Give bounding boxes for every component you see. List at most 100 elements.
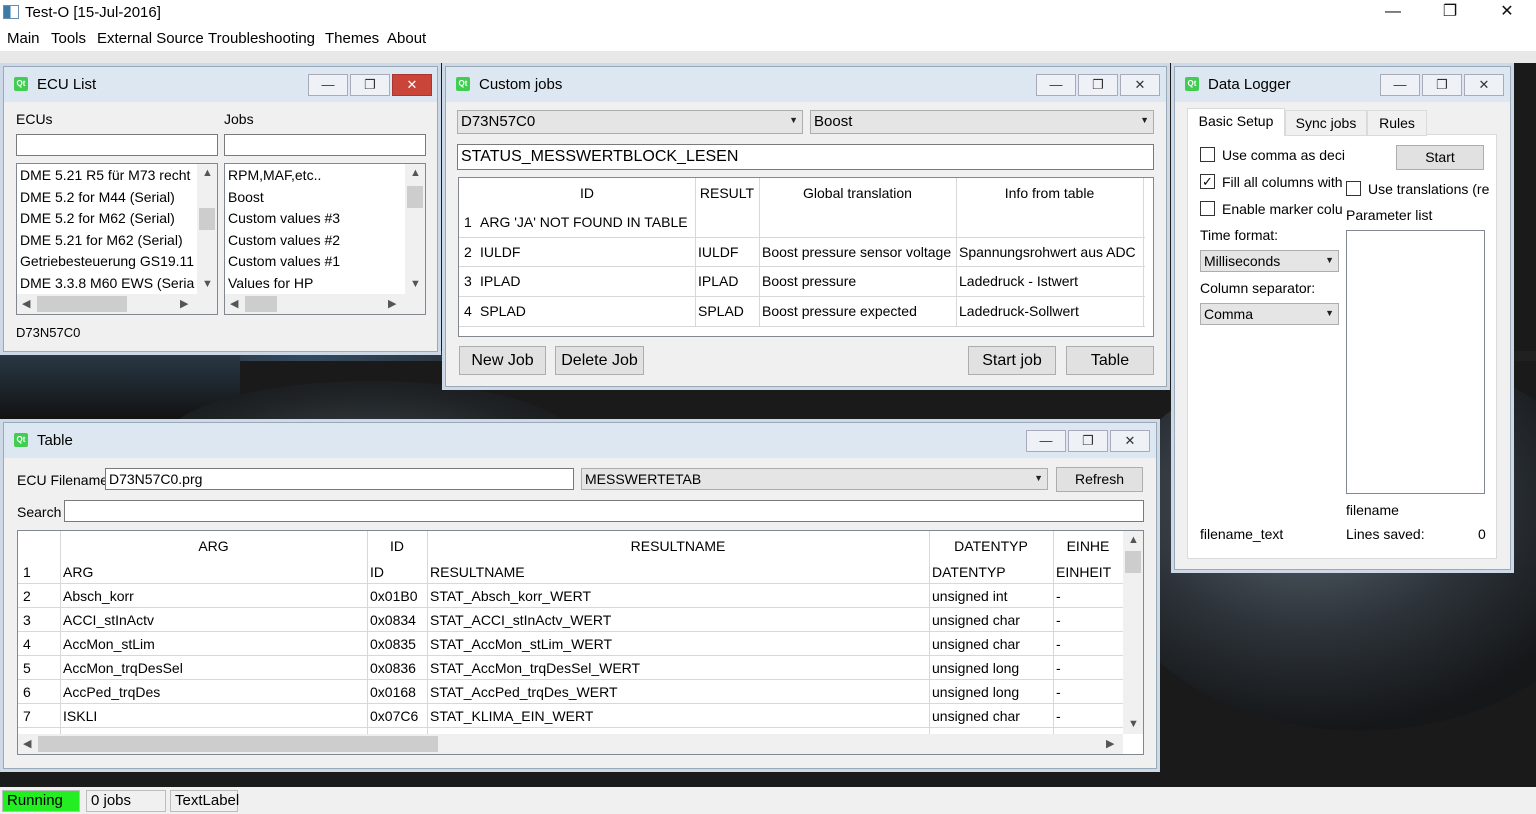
ecu-filter-input[interactable] (16, 134, 218, 156)
table-cell[interactable]: STAT_AccPed_trqDes_WERT (430, 684, 618, 700)
scroll-left-icon[interactable]: ◀ (22, 297, 30, 310)
table-cell[interactable]: IPLAD (480, 273, 695, 289)
table-cell[interactable]: AccPed_trqDes (63, 684, 160, 700)
table-cell[interactable]: ID (370, 564, 384, 580)
table-cell[interactable]: 0x07C6 (370, 708, 418, 724)
table-cell[interactable]: STAT_AccMon_trqDesSel_WERT (430, 660, 640, 676)
table-cell[interactable]: Spannungsrohwert aus ADC (959, 244, 1143, 260)
table-cell[interactable]: - (1056, 588, 1061, 604)
scroll-thumb[interactable] (1125, 551, 1141, 573)
column-header-id[interactable]: ID (367, 538, 427, 554)
table-cell[interactable]: ISKLI (63, 708, 97, 724)
jobs-listbox[interactable]: RPM,MAF,etc.. Boost Custom values #3 Cus… (224, 163, 426, 315)
table-cell[interactable]: unsigned int (932, 588, 1008, 604)
table-cell[interactable]: - (1056, 708, 1061, 724)
table-cell[interactable]: 0x0835 (370, 636, 416, 652)
minimize-icon[interactable]: — (308, 74, 348, 96)
table-cell[interactable]: Ladedruck-Sollwert (959, 303, 1079, 319)
minimize-icon[interactable]: — (1380, 74, 1420, 96)
list-item[interactable]: RPM,MAF,etc.. (228, 167, 321, 183)
custom-jobs-titlebar[interactable]: Qt Custom jobs — ❐ ✕ (446, 67, 1166, 102)
list-item[interactable]: Getriebesteuerung GS19.11 (20, 253, 194, 269)
column-header-arg[interactable]: ARG (60, 538, 367, 554)
fill-all-checkbox[interactable]: ✓ (1200, 174, 1215, 189)
tab-basic-setup[interactable]: Basic Setup (1187, 108, 1285, 136)
table-cell[interactable]: STAT_Absch_korr_WERT (430, 588, 591, 604)
scroll-down-icon[interactable]: ▼ (1128, 718, 1139, 730)
vertical-scrollbar[interactable]: ▲ ▼ (197, 164, 217, 294)
scroll-down-icon[interactable]: ▼ (410, 278, 421, 290)
table-cell[interactable]: - (1056, 612, 1061, 628)
tab-rules[interactable]: Rules (1367, 110, 1427, 136)
maximize-icon[interactable]: ❐ (1068, 430, 1108, 452)
column-header-id[interactable]: ID (479, 185, 695, 201)
close-icon[interactable]: ✕ (1110, 430, 1150, 452)
table-cell[interactable]: ARG 'JA' NOT FOUND IN TABLE (480, 214, 695, 230)
table-cell[interactable]: unsigned long (932, 660, 1019, 676)
table-cell[interactable]: STAT_KLIMA_EIN_WERT (430, 708, 593, 724)
maximize-icon[interactable]: ❐ (1422, 74, 1462, 96)
time-format-combo[interactable]: Milliseconds ▼ (1200, 250, 1339, 272)
table-cell[interactable]: SPLAD (698, 303, 744, 319)
menu-themes[interactable]: Themes (325, 30, 379, 47)
list-item[interactable]: DME 5.2 for M44 (Serial) (20, 189, 175, 205)
table-cell[interactable]: IULDF (480, 244, 695, 260)
minimize-icon[interactable]: — (1026, 430, 1066, 452)
table-cell[interactable]: Boost pressure expected (762, 303, 917, 319)
list-item[interactable]: Boost (228, 189, 264, 205)
scroll-up-icon[interactable]: ▲ (410, 167, 421, 179)
start-job-button[interactable]: Start job (968, 346, 1056, 375)
vertical-scrollbar[interactable]: ▲ ▼ (405, 164, 425, 294)
ecu-listbox[interactable]: DME 5.21 R5 für M73 recht DME 5.2 for M4… (16, 163, 218, 315)
ecu-filename-input[interactable]: D73N57C0.prg (105, 468, 574, 490)
list-item[interactable]: Custom values #1 (228, 253, 340, 269)
column-header-translation[interactable]: Global translation (759, 185, 956, 201)
table-cell[interactable]: unsigned char (932, 636, 1020, 652)
table-cell[interactable]: SPLAD (480, 303, 695, 319)
column-header-einheit[interactable]: EINHE (1053, 538, 1123, 554)
list-item[interactable]: Custom values #2 (228, 232, 340, 248)
maximize-icon[interactable]: ❐ (1078, 74, 1118, 96)
close-icon[interactable]: ✕ (1120, 74, 1160, 96)
menu-external-source[interactable]: External Source (97, 30, 204, 47)
search-input[interactable] (64, 500, 1144, 522)
table-cell[interactable]: AccMon_trqDesSel (63, 660, 183, 676)
ecu-list-titlebar[interactable]: Qt ECU List — ❐ ✕ (4, 67, 437, 102)
enable-marker-checkbox[interactable] (1200, 201, 1215, 216)
table-cell[interactable]: ARG (63, 564, 93, 580)
maximize-icon[interactable]: ❐ (350, 74, 390, 96)
table-cell[interactable]: Absch_korr (63, 588, 134, 604)
scroll-up-icon[interactable]: ▲ (1128, 534, 1139, 546)
scroll-right-icon[interactable]: ▶ (180, 297, 188, 310)
table-cell[interactable]: unsigned long (932, 684, 1019, 700)
scroll-right-icon[interactable]: ▶ (388, 297, 396, 310)
column-header-info[interactable]: Info from table (956, 185, 1143, 201)
menu-about[interactable]: About (387, 30, 426, 47)
ecu-combo[interactable]: D73N57C0 ▼ (457, 110, 803, 134)
vertical-scrollbar[interactable]: ▲ ▼ (1123, 531, 1143, 734)
menu-tools[interactable]: Tools (51, 30, 86, 47)
table-cell[interactable]: 0x0834 (370, 612, 416, 628)
table-cell[interactable]: ACCI_stInActv (63, 612, 154, 628)
start-button[interactable]: Start (1396, 145, 1484, 170)
table-cell[interactable]: - (1056, 636, 1061, 652)
table-cell[interactable]: IULDF (698, 244, 738, 260)
menu-main[interactable]: Main (7, 30, 40, 47)
table-name-combo[interactable]: MESSWERTETAB ▼ (581, 468, 1048, 490)
scroll-up-icon[interactable]: ▲ (202, 167, 213, 179)
column-header-datentyp[interactable]: DATENTYP (929, 538, 1053, 554)
scroll-right-icon[interactable]: ▶ (1106, 737, 1114, 750)
refresh-button[interactable]: Refresh (1056, 467, 1143, 492)
jobs-filter-input[interactable] (224, 134, 426, 156)
list-item[interactable]: DME 5.21 R5 für M73 recht (20, 167, 190, 183)
table-cell[interactable]: 0x0836 (370, 660, 416, 676)
list-item[interactable]: DME 3.3.8 M60 EWS (Seria (20, 275, 194, 291)
column-separator-combo[interactable]: Comma ▼ (1200, 303, 1339, 325)
table-cell[interactable]: RESULTNAME (430, 564, 525, 580)
list-item[interactable]: Values for HP (228, 275, 313, 291)
job-name-input[interactable]: STATUS_MESSWERTBLOCK_LESEN (457, 144, 1154, 170)
table-cell[interactable]: DATENTYP (932, 564, 1006, 580)
table-cell[interactable]: Boost pressure sensor voltage (762, 244, 951, 260)
scroll-left-icon[interactable]: ◀ (23, 737, 31, 750)
scroll-thumb[interactable] (38, 736, 438, 752)
